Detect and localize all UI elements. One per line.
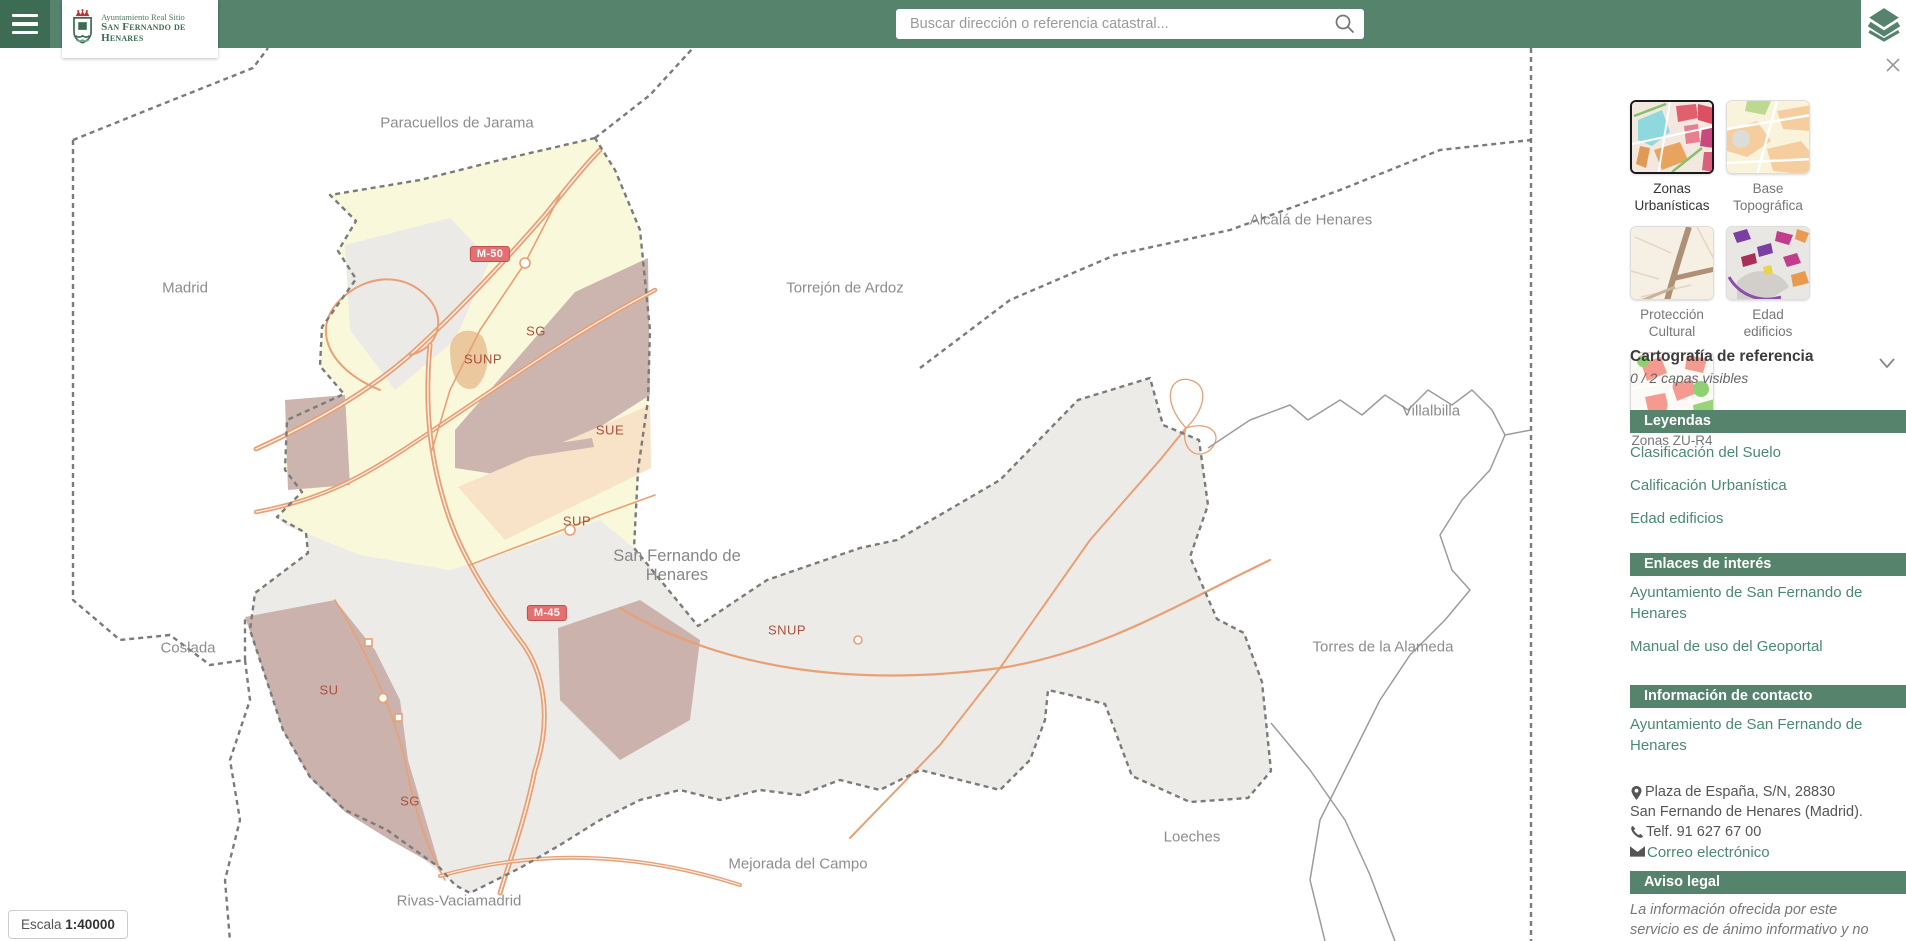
basemap-zonas-urbanisticas[interactable]: Zonas Urbanísticas [1630,100,1714,214]
menu-bar [12,31,38,35]
road-node [520,258,530,268]
basemap-thumbnail [1630,226,1714,300]
road-node [395,714,402,721]
map-graphics [0,48,1617,941]
phone-icon [1630,825,1644,839]
basemap-thumbnail [1630,100,1714,174]
contact-phone: Telf. 91 627 67 00 [1646,822,1761,842]
road-node [379,694,388,703]
geoportal-app: Ayuntamiento Real Sitio San Fernando de … [0,0,1906,941]
section-contacto: Información de contacto [1630,685,1906,708]
basemap-label: Zonas Urbanísticas [1630,180,1714,214]
contact-address2: San Fernando de Henares (Madrid). [1630,802,1885,822]
layers-panel: Zonas Urbanísticas Base Topográfica [1617,48,1906,941]
link-correo-electronico[interactable]: Correo electrónico [1647,842,1770,863]
cartografia-visible-count: 0 / 2 capas visibles [1630,370,1814,386]
basemap-label: Base Topográfica [1726,180,1810,214]
link-calificacion-urbanistica[interactable]: Calificación Urbanística [1630,475,1882,496]
cartografia-toggle[interactable]: Cartografía de referencia 0 / 2 capas vi… [1630,348,1898,386]
road-node [854,636,862,644]
menu-bar [12,14,38,18]
link-ayuntamiento-contacto[interactable]: Ayuntamiento de San Fernando de Henares [1630,714,1885,756]
link-manual-geoportal[interactable]: Manual de uso del Geoportal [1630,636,1882,657]
basemap-proteccion-cultural[interactable]: Protección Cultural [1630,226,1714,340]
section-aviso-legal: Aviso legal [1630,871,1906,894]
contact-address1: Plaza de España, S/N, 28830 [1645,782,1835,802]
close-icon[interactable] [1884,56,1904,76]
basemap-thumbnail [1726,226,1810,300]
layers-icon [1866,6,1902,42]
road-node [565,525,575,535]
cartografia-title: Cartografía de referencia [1630,348,1814,366]
location-pin-icon [1630,785,1643,801]
scale-value: 1:40000 [65,917,115,932]
basemap-edad-edificios[interactable]: Edad edificios [1726,226,1810,340]
link-clasificacion-suelo[interactable]: Clasificación del Suelo [1630,442,1882,463]
menu-button[interactable] [0,0,50,48]
map-canvas[interactable]: Paracuellos de JaramaMadridAlcalá de Hen… [0,48,1617,941]
section-leyendas: Leyendas [1630,410,1906,433]
chevron-down-icon [1876,352,1898,374]
basemap-label: Edad edificios [1726,306,1810,340]
link-ayuntamiento[interactable]: Ayuntamiento de San Fernando de Henares [1630,582,1882,624]
contact-block: Ayuntamiento de San Fernando de Henares … [1630,714,1885,863]
scale-label: Escala [21,917,62,932]
scale-indicator: Escala 1:40000 [8,910,128,939]
search-bar [896,9,1364,39]
leyendas-links: Clasificación del Suelo Calificación Urb… [1630,442,1882,541]
basemap-gallery: Zonas Urbanísticas Base Topográfica [1630,100,1902,449]
link-edad-edificios[interactable]: Edad edificios [1630,508,1882,529]
legal-disclaimer: La información ofrecida por este servici… [1630,900,1888,941]
enlaces-links: Ayuntamiento de San Fernando de Henares … [1630,582,1882,669]
basemap-label: Protección Cultural [1630,306,1714,340]
layers-button[interactable] [1861,0,1906,48]
app-logo[interactable]: Ayuntamiento Real Sitio San Fernando de … [62,0,218,58]
envelope-icon [1630,845,1645,857]
menu-bar [12,22,38,26]
road-node [365,639,372,646]
basemap-base-topografica[interactable]: Base Topográfica [1726,100,1810,214]
city-crest-icon [68,5,97,53]
section-enlaces: Enlaces de interés [1630,553,1906,576]
logo-line2: San Fernando de Henares [101,22,212,45]
search-input[interactable] [896,16,1326,32]
search-icon[interactable] [1326,9,1364,39]
zone-mauve-west [285,395,350,490]
basemap-thumbnail [1726,100,1810,174]
